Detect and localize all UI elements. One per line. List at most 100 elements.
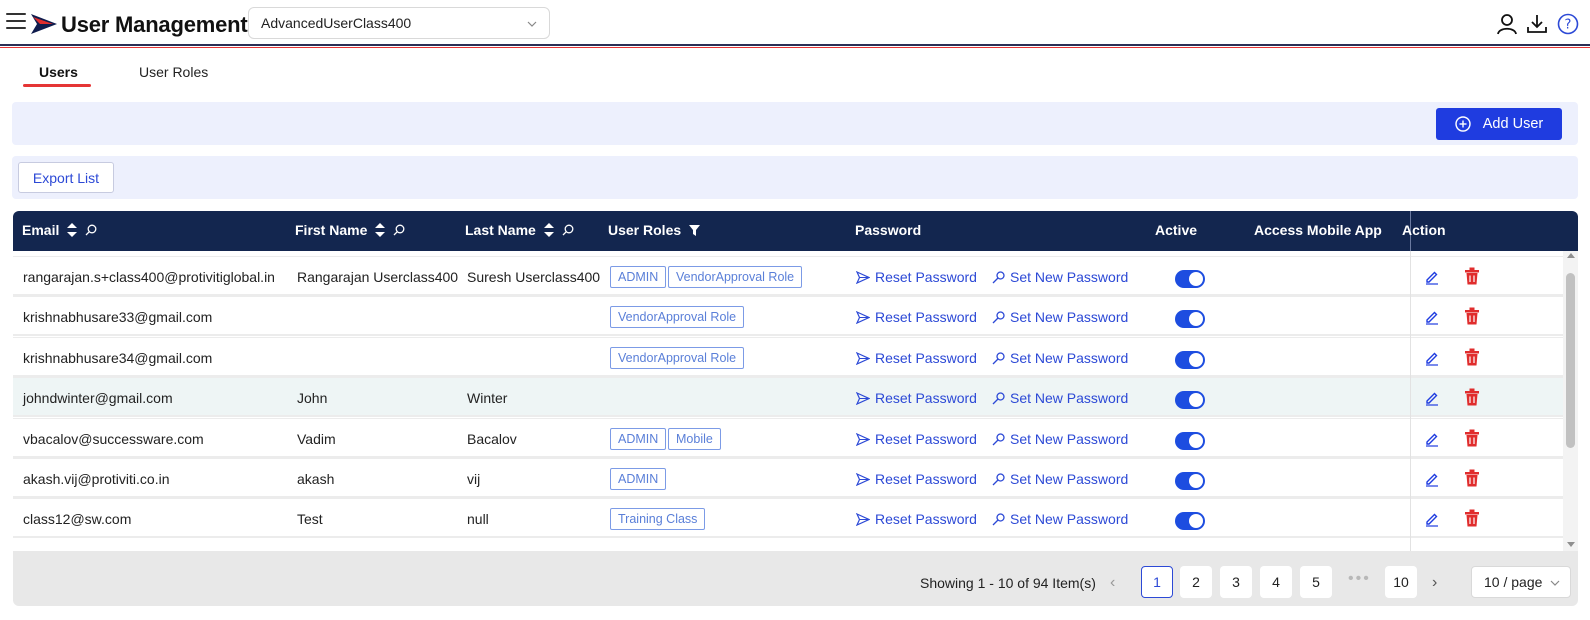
scroll-up-arrow-icon[interactable] — [1567, 253, 1575, 258]
plus-circle-icon — [1455, 116, 1471, 132]
active-tab-indicator — [23, 84, 91, 87]
set-new-password-link[interactable]: Set New Password — [992, 511, 1128, 527]
key-icon — [992, 432, 1005, 445]
active-toggle[interactable] — [1175, 351, 1205, 369]
edit-icon[interactable] — [1424, 511, 1440, 527]
role-tag[interactable]: VendorApproval Role — [610, 306, 745, 328]
page-4-button[interactable]: 4 — [1260, 566, 1292, 598]
role-tag[interactable]: ADMIN — [610, 428, 667, 450]
next-page-icon[interactable]: › — [1432, 574, 1437, 592]
column-last-name: Last Name — [465, 222, 574, 238]
search-icon[interactable] — [562, 224, 574, 236]
table-row: johndwinter@gmail.com John Winter Reset Pa… — [13, 377, 1563, 417]
delete-icon[interactable] — [1464, 469, 1480, 487]
download-icon[interactable] — [1526, 13, 1548, 35]
active-toggle[interactable] — [1175, 432, 1205, 450]
cell-email: johndwinter@gmail.com — [23, 390, 173, 406]
scroll-thumb[interactable] — [1566, 273, 1575, 448]
edit-icon[interactable] — [1424, 390, 1440, 406]
page-10-button[interactable]: 10 — [1385, 566, 1417, 598]
table-body: rangarajan.s+class400@protivitiglobal.in… — [13, 251, 1563, 551]
table-row: class12@sw.com Test null Training Class Res… — [13, 498, 1563, 538]
more-pages-icon[interactable]: ••• — [1348, 570, 1371, 588]
sort-icon[interactable] — [375, 223, 386, 237]
cell-first-name: akash — [297, 471, 335, 487]
edit-icon[interactable] — [1424, 471, 1440, 487]
active-toggle[interactable] — [1175, 270, 1205, 288]
page-1-button[interactable]: 1 — [1141, 566, 1173, 598]
vertical-scrollbar[interactable] — [1563, 251, 1578, 551]
role-tag[interactable]: ADMIN — [610, 266, 667, 288]
cell-first-name: Vadim — [297, 431, 336, 447]
table-header: Email First Name Last Name User Roles Pa… — [13, 211, 1578, 251]
user-icon[interactable] — [1496, 13, 1518, 35]
edit-icon[interactable] — [1424, 431, 1440, 447]
reset-password-link[interactable]: Reset Password — [856, 511, 977, 527]
delete-icon[interactable] — [1464, 267, 1480, 285]
active-toggle[interactable] — [1175, 391, 1205, 409]
reset-password-link[interactable]: Reset Password — [856, 390, 977, 406]
delete-icon[interactable] — [1464, 509, 1480, 527]
cell-email: akash.vij@protiviti.co.in — [23, 471, 170, 487]
reset-password-link[interactable]: Reset Password — [856, 350, 977, 366]
cell-last-name: null — [467, 511, 489, 527]
active-toggle[interactable] — [1175, 512, 1205, 530]
export-list-button[interactable]: Export List — [18, 162, 114, 193]
key-icon — [992, 472, 1005, 485]
role-tag[interactable]: ADMIN — [610, 468, 667, 490]
edit-icon[interactable] — [1424, 269, 1440, 285]
class-select[interactable]: AdvancedUserClass400 — [248, 7, 550, 39]
filter-icon[interactable] — [689, 224, 701, 236]
set-new-password-label: Set New Password — [1010, 511, 1129, 527]
toggle-knob — [1189, 514, 1203, 528]
role-tag[interactable]: VendorApproval Role — [668, 266, 803, 288]
cell-last-name: Winter — [467, 390, 508, 406]
set-new-password-label: Set New Password — [1010, 431, 1129, 447]
role-tag[interactable]: Mobile — [668, 428, 721, 450]
hamburger-menu-icon[interactable] — [6, 13, 26, 31]
key-icon — [992, 512, 1005, 525]
delete-icon[interactable] — [1464, 307, 1480, 325]
set-new-password-link[interactable]: Set New Password — [992, 390, 1128, 406]
delete-icon[interactable] — [1464, 429, 1480, 447]
page-3-button[interactable]: 3 — [1220, 566, 1252, 598]
scroll-down-arrow-icon[interactable] — [1567, 542, 1575, 547]
set-new-password-label: Set New Password — [1010, 471, 1129, 487]
sort-icon[interactable] — [67, 223, 78, 237]
send-icon — [856, 432, 870, 446]
reset-password-link[interactable]: Reset Password — [856, 269, 977, 285]
edit-icon[interactable] — [1424, 350, 1440, 366]
edit-icon[interactable] — [1424, 309, 1440, 325]
key-icon — [992, 310, 1005, 323]
prev-page-icon[interactable]: ‹ — [1110, 574, 1115, 592]
search-icon[interactable] — [85, 224, 97, 236]
active-toggle[interactable] — [1175, 472, 1205, 490]
tab-users[interactable]: Users — [39, 64, 78, 80]
table-row: akash.vij@protiviti.co.in akash vij ADMIN R… — [13, 458, 1563, 498]
set-new-password-link[interactable]: Set New Password — [992, 309, 1128, 325]
help-icon[interactable]: ? — [1557, 13, 1579, 35]
reset-password-label: Reset Password — [875, 431, 977, 447]
add-user-button[interactable]: Add User — [1436, 108, 1562, 140]
delete-icon[interactable] — [1464, 348, 1480, 366]
role-tag[interactable]: VendorApproval Role — [610, 347, 745, 369]
sort-icon[interactable] — [543, 223, 554, 237]
set-new-password-link[interactable]: Set New Password — [992, 269, 1128, 285]
reset-password-link[interactable]: Reset Password — [856, 431, 977, 447]
page-5-button[interactable]: 5 — [1300, 566, 1332, 598]
set-new-password-link[interactable]: Set New Password — [992, 431, 1128, 447]
role-tag[interactable]: Training Class — [610, 508, 706, 530]
cell-email: class12@sw.com — [23, 511, 132, 527]
search-icon[interactable] — [393, 224, 405, 236]
set-new-password-link[interactable]: Set New Password — [992, 350, 1128, 366]
page-2-button[interactable]: 2 — [1180, 566, 1212, 598]
column-active: Active — [1155, 222, 1198, 238]
page-size-select[interactable]: 10 / page — [1471, 566, 1571, 598]
reset-password-link[interactable]: Reset Password — [856, 309, 977, 325]
delete-icon[interactable] — [1464, 388, 1480, 406]
reset-password-link[interactable]: Reset Password — [856, 471, 977, 487]
set-new-password-link[interactable]: Set New Password — [992, 471, 1128, 487]
cell-first-name: Rangarajan Userclass400 — [297, 269, 459, 285]
tab-user-roles[interactable]: User Roles — [139, 64, 208, 80]
active-toggle[interactable] — [1175, 310, 1205, 328]
